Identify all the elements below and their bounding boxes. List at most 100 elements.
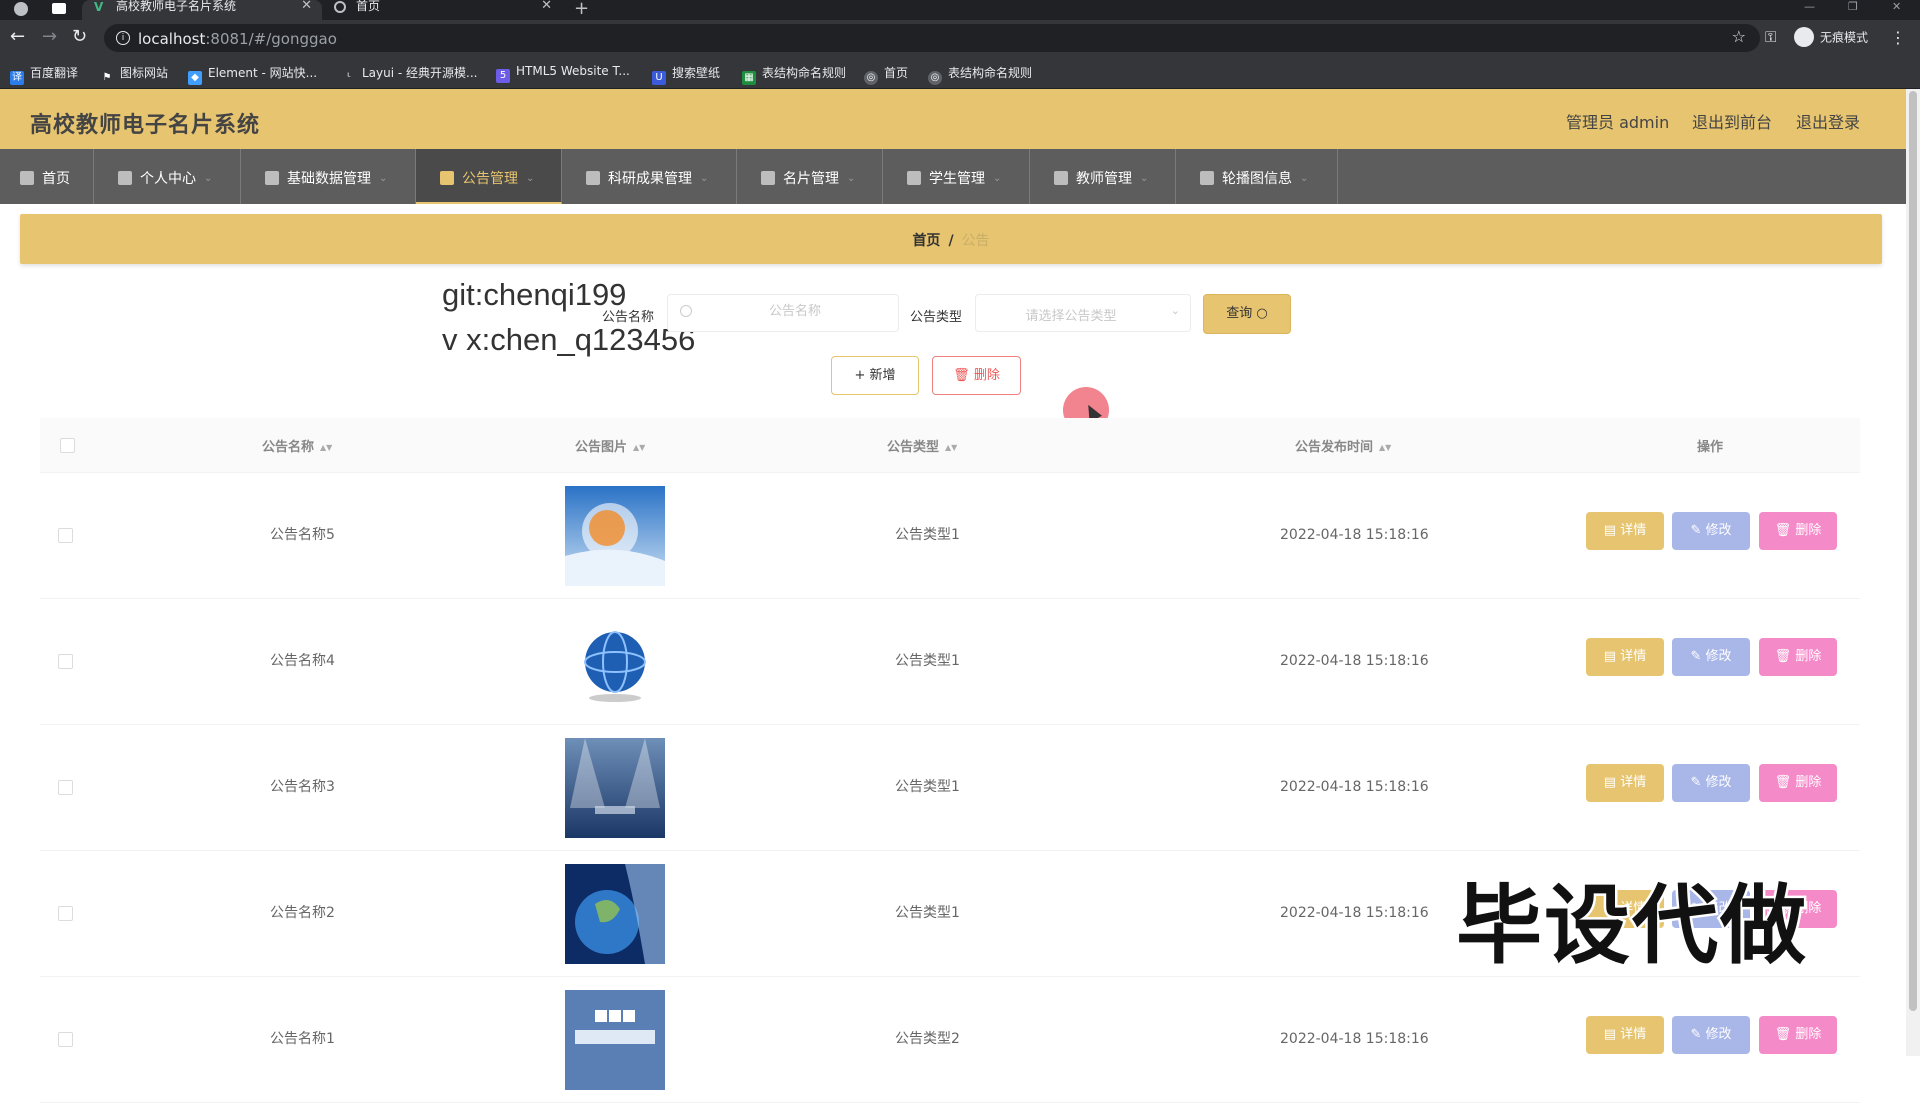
back-to-front-link[interactable]: 退出到前台 — [1692, 109, 1772, 133]
forward-icon[interactable]: → — [42, 27, 57, 47]
bookmark-item[interactable]: 5 HTML5 Website T... — [496, 64, 630, 83]
tab-close-icon[interactable]: ✕ — [541, 0, 552, 12]
row-checkbox[interactable] — [58, 654, 73, 669]
sort-icon[interactable]: ▲▼ — [320, 443, 332, 452]
detail-button[interactable]: ▤ 详情 — [1586, 764, 1664, 802]
detail-button[interactable]: ▤ 详情 — [1586, 512, 1664, 550]
edit-button[interactable]: ✎ 修改 — [1672, 764, 1750, 802]
bookmark-star-icon[interactable]: ☆ — [1732, 27, 1746, 46]
column-header-time[interactable]: 公告发布时间 ▲▼ — [1295, 436, 1391, 455]
edit-button[interactable]: ✎ 修改 — [1672, 1016, 1750, 1054]
baidu-translate-icon: 译 — [10, 71, 24, 85]
edit-button[interactable]: ✎ 修改 — [1672, 512, 1750, 550]
menu-item-notice[interactable]: 公告管理 ⌄ — [416, 149, 562, 204]
delete-button[interactable]: 🗑 删除 — [1759, 638, 1837, 676]
scrollbar-thumb[interactable] — [1909, 91, 1917, 1011]
row-checkbox[interactable] — [58, 906, 73, 921]
reload-icon[interactable]: ↻ — [72, 27, 87, 47]
column-header-name[interactable]: 公告名称 ▲▼ — [262, 436, 332, 455]
notice-image-news-globe[interactable] — [565, 486, 665, 586]
bookmark-item[interactable]: ◎ 表结构命名规则 — [928, 64, 1032, 85]
edit-label: 修改 — [1705, 649, 1732, 664]
bookmark-item[interactable]: ◎ 首页 — [864, 64, 908, 85]
admin-label: 管理员 admin — [1566, 113, 1670, 132]
back-icon[interactable]: ← — [10, 27, 25, 47]
row-checkbox[interactable] — [58, 528, 73, 543]
tab-close-icon[interactable]: ✕ — [301, 0, 312, 12]
page-scrollbar[interactable] — [1906, 89, 1920, 1056]
new-tab-icon[interactable]: + — [574, 0, 589, 19]
select-all-checkbox[interactable] — [60, 438, 75, 453]
detail-button[interactable]: ▤ 详情 — [1586, 638, 1664, 676]
delete-button[interactable]: 🗑 删除 — [1759, 512, 1837, 550]
row-checkbox[interactable] — [58, 780, 73, 795]
notice-image-news-earth[interactable] — [565, 864, 665, 964]
detail-label: 详情 — [1620, 649, 1647, 664]
menu-item-student[interactable]: 学生管理 ⌄ — [883, 149, 1030, 204]
add-button[interactable]: + 新增 — [831, 356, 919, 395]
delete-button[interactable]: 🗑 删除 — [1759, 764, 1837, 802]
detail-button[interactable]: ▤ 详情 — [1586, 1016, 1664, 1054]
bookmark-item[interactable]: ▦ 表结构命名规则 — [742, 64, 846, 85]
browser-app-icon[interactable] — [14, 2, 28, 16]
menu-item-research[interactable]: 科研成果管理 ⌄ — [562, 149, 737, 204]
edit-button[interactable]: ✎ 修改 — [1672, 638, 1750, 676]
maximize-icon[interactable]: ❐ — [1848, 0, 1858, 13]
element-icon: ◆ — [188, 71, 202, 85]
bookmark-item[interactable]: 译百度翻译 — [10, 64, 78, 85]
bookmark-item[interactable]: ⚑ 图标网站 — [100, 64, 168, 85]
watermark-big-text: 毕设代做 — [1454, 874, 1809, 979]
sort-icon[interactable]: ▲▼ — [1379, 443, 1391, 452]
bookmark-item[interactable]: ᒻ Layui - 经典开源模... — [342, 64, 477, 85]
menu-item-base-data[interactable]: 基础数据管理 ⌄ — [241, 149, 416, 204]
notice-image-news-globe-logo[interactable] — [565, 612, 665, 712]
column-label: 公告名称 — [262, 440, 315, 455]
notice-name-input[interactable] — [698, 303, 892, 320]
row-checkbox[interactable] — [58, 1032, 73, 1047]
chevron-down-icon: ⌄ — [204, 172, 213, 184]
browser-tab-strip: V 高校教师电子名片系统 ✕ 首页 ✕ + — ❐ ✕ — [0, 0, 1920, 20]
site-info-icon[interactable]: i — [116, 31, 130, 45]
browser-tab-active[interactable]: V 高校教师电子名片系统 ✕ — [82, 0, 322, 20]
column-header-image[interactable]: 公告图片 ▲▼ — [575, 436, 645, 455]
minimize-icon[interactable]: — — [1804, 0, 1815, 13]
breadcrumb-home[interactable]: 首页 — [912, 233, 940, 249]
logout-link[interactable]: 退出登录 — [1796, 109, 1860, 133]
browser-tab[interactable]: 首页 ✕ — [322, 0, 562, 20]
cell-notice-name: 公告名称3 — [270, 779, 335, 795]
sort-icon[interactable]: ▲▼ — [633, 443, 645, 452]
window-close-icon[interactable]: ✕ — [1892, 0, 1901, 13]
menu-item-home[interactable]: 首页 — [0, 149, 94, 204]
search-icon: ○ — [1256, 306, 1268, 321]
doc-icon: ▤ — [1603, 649, 1617, 664]
key-icon[interactable]: ⚿ — [1765, 28, 1776, 46]
address-bar: ← → ↻ i localhost:8081/#/gonggao ☆ ⚿ 无痕模… — [0, 20, 1920, 56]
chevron-down-icon: ⌄ — [1300, 172, 1309, 184]
query-button[interactable]: 查询 ○ — [1203, 294, 1291, 334]
notice-name-label: 公告名称 — [602, 310, 655, 325]
notice-image-bbc-world[interactable] — [565, 990, 665, 1090]
menu-item-profile[interactable]: 个人中心 ⌄ — [94, 149, 241, 204]
url-path: :8081/#/gonggao — [205, 30, 337, 48]
watermark-git: git:chenqi199 — [442, 277, 627, 312]
delete-button[interactable]: 🗑 删除 — [1759, 1016, 1837, 1054]
app-title: 高校教师电子名片系统 — [30, 113, 261, 138]
chevron-down-icon: ⌄ — [379, 172, 388, 184]
url-field[interactable]: i localhost:8081/#/gonggao ☆ — [104, 24, 1760, 52]
column-label: 公告类型 — [887, 440, 940, 455]
bookmark-item[interactable]: U 搜索壁纸 — [652, 64, 720, 85]
incognito-indicator[interactable]: 无痕模式 — [1794, 27, 1868, 49]
notice-type-select[interactable]: 请选择公告类型 ⌄ — [975, 294, 1191, 332]
bookmark-item[interactable]: ◆ Element - 网站快... — [188, 64, 317, 85]
tab-search-icon[interactable] — [52, 3, 66, 14]
column-header-type[interactable]: 公告类型 ▲▼ — [887, 436, 957, 455]
trash-icon: 🗑 — [953, 368, 970, 383]
menu-item-card[interactable]: 名片管理 ⌄ — [737, 149, 883, 204]
table-row: 公告名称3 公告类型1 2022-04-18 15:18:16 ▤ 详情 ✎ 修… — [40, 724, 1860, 851]
batch-delete-button[interactable]: 🗑 删除 — [932, 356, 1021, 395]
menu-item-teacher[interactable]: 教师管理 ⌄ — [1030, 149, 1176, 204]
sort-icon[interactable]: ▲▼ — [945, 443, 957, 452]
menu-item-carousel[interactable]: 轮播图信息 ⌄ — [1176, 149, 1338, 204]
more-menu-icon[interactable]: ⋮ — [1890, 28, 1906, 47]
notice-image-news-spotlight[interactable] — [565, 738, 665, 838]
